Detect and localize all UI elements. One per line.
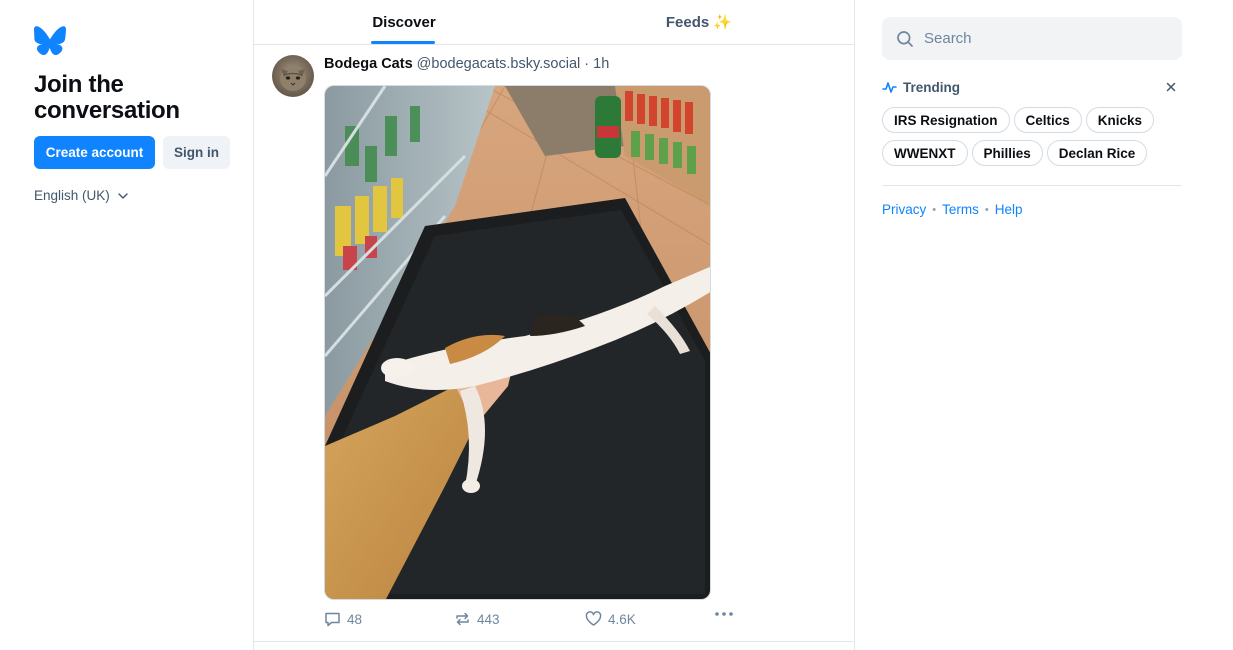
feed-tabs: Discover Feeds ✨ <box>254 0 854 45</box>
trending-pill[interactable]: Knicks <box>1085 107 1155 133</box>
privacy-link[interactable]: Privacy <box>882 202 926 217</box>
right-sidebar: Trending IRS Resignation Celtics Knicks … <box>855 0 1233 650</box>
post-author[interactable]: Bodega Cats <box>324 56 413 72</box>
create-account-button[interactable]: Create account <box>34 136 155 169</box>
join-heading: Join the conversation <box>34 71 180 124</box>
repost-icon <box>456 612 469 626</box>
heart-icon <box>585 611 602 626</box>
trending-icon <box>882 82 897 93</box>
post-header: Bodega Cats @bodegacats.bsky.social · 1h <box>324 56 609 72</box>
cat-avatar-icon <box>280 67 306 91</box>
repost-count: 443 <box>477 611 500 627</box>
trending-pill[interactable]: Declan Rice <box>1046 140 1148 166</box>
divider <box>882 185 1182 186</box>
help-link[interactable]: Help <box>995 202 1023 217</box>
active-tab-indicator <box>371 41 435 44</box>
trending-pill[interactable]: WWENXT <box>882 140 968 166</box>
language-selector[interactable]: English (UK) <box>34 188 128 203</box>
ellipsis-icon <box>715 612 733 616</box>
repost-button[interactable]: 443 <box>454 611 500 627</box>
language-label: English (UK) <box>34 188 110 203</box>
trending-pill[interactable]: Celtics <box>1013 107 1082 133</box>
reply-count: 48 <box>347 611 363 627</box>
tab-feeds[interactable]: Feeds ✨ <box>659 0 739 44</box>
cat-photo-illustration <box>325 86 710 599</box>
reply-icon <box>325 612 340 627</box>
like-count: 4.6K <box>608 611 636 627</box>
trending-title: Trending <box>903 80 960 95</box>
like-button[interactable]: 4.6K <box>585 611 636 627</box>
search-input[interactable] <box>924 30 1164 47</box>
post-handle[interactable]: @bodegacats.bsky.social <box>417 56 581 72</box>
post-actions: 48 443 4.6K <box>324 611 744 631</box>
search-box[interactable] <box>882 17 1182 60</box>
main-feed: Discover Feeds ✨ Bodega Cats @bodegacats… <box>253 0 855 650</box>
post-image[interactable] <box>324 85 711 600</box>
separator-dot: • <box>932 203 937 216</box>
tab-discover-label: Discover <box>372 13 436 31</box>
separator-dot: • <box>984 203 989 216</box>
terms-link[interactable]: Terms <box>942 202 979 217</box>
post[interactable]: Bodega Cats @bodegacats.bsky.social · 1h <box>254 45 854 642</box>
more-options-button[interactable] <box>714 611 734 617</box>
chevron-down-icon <box>118 192 128 199</box>
post-time[interactable]: · 1h <box>584 56 609 72</box>
search-icon <box>897 30 913 47</box>
trending-list: IRS Resignation Celtics Knicks WWENXT Ph… <box>882 107 1182 166</box>
left-sidebar: Join the conversation Create account Sig… <box>0 0 253 650</box>
footer-links: Privacy • Terms • Help <box>882 202 1023 217</box>
trending-pill[interactable]: IRS Resignation <box>882 107 1010 133</box>
reply-button[interactable]: 48 <box>324 611 362 627</box>
close-icon[interactable] <box>1164 80 1178 94</box>
tab-feeds-label: Feeds ✨ <box>665 14 733 31</box>
tab-discover[interactable]: Discover <box>371 0 437 44</box>
trending-pill[interactable]: Phillies <box>971 140 1043 166</box>
avatar[interactable] <box>272 55 314 97</box>
trending-header: Trending <box>882 80 960 95</box>
butterfly-icon[interactable] <box>34 26 66 55</box>
sign-in-button[interactable]: Sign in <box>163 136 230 169</box>
